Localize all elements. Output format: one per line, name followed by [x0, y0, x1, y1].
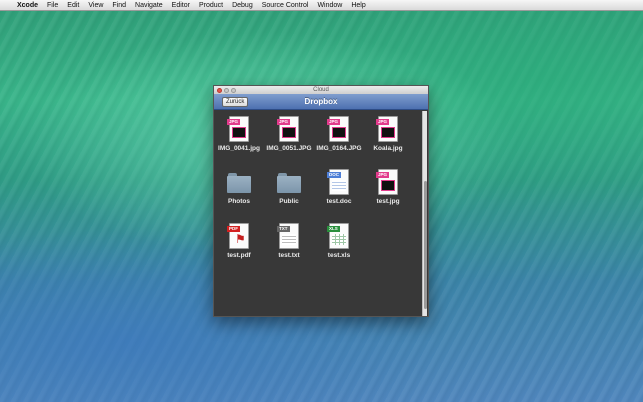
file-name: Photos: [227, 198, 251, 205]
file-item-img-0164[interactable]: JPG IMG_0164.JPG: [314, 116, 364, 152]
menu-edit[interactable]: Edit: [67, 2, 79, 9]
menu-help[interactable]: Help: [351, 2, 365, 9]
menu-file[interactable]: File: [47, 2, 58, 9]
file-type-badge: JPG: [327, 119, 341, 125]
jpg-file-icon: JPG: [327, 116, 349, 142]
menu-navigate[interactable]: Navigate: [135, 2, 163, 9]
window-title: Cloud: [313, 87, 329, 93]
file-name: Koala.jpg: [373, 145, 403, 152]
doc-file-icon: DOC: [327, 169, 349, 195]
back-button[interactable]: Zurück: [222, 97, 249, 107]
file-type-badge: JPG: [376, 119, 390, 125]
file-name: test.doc: [326, 198, 352, 205]
file-item-test-doc[interactable]: DOC test.doc: [314, 169, 364, 205]
file-item-test-xls[interactable]: XLS test.xls: [314, 223, 364, 259]
file-item-photos[interactable]: Photos: [214, 169, 264, 205]
file-name: IMG_0164.JPG: [316, 145, 362, 152]
jpg-file-icon: JPG: [376, 116, 398, 142]
xls-file-icon: XLS: [327, 223, 349, 249]
file-name: test.txt: [278, 252, 300, 259]
file-item-koala[interactable]: JPG Koala.jpg: [363, 116, 413, 152]
file-item-img-0041[interactable]: JPG IMG_0041.jpg: [214, 116, 264, 152]
menu-product[interactable]: Product: [199, 2, 223, 9]
file-name: IMG_0041.jpg: [218, 145, 260, 152]
scrollbar-thumb[interactable]: [424, 181, 427, 309]
menu-window[interactable]: Window: [317, 2, 342, 9]
menu-view[interactable]: View: [88, 2, 103, 9]
txt-file-icon: TXT: [277, 223, 299, 249]
close-window-button[interactable]: [217, 87, 222, 93]
file-type-badge: JPG: [376, 172, 390, 178]
window-titlebar[interactable]: Cloud: [214, 86, 428, 94]
file-type-badge: XLS: [327, 226, 340, 232]
menu-find[interactable]: Find: [112, 2, 126, 9]
jpg-file-icon: JPG: [227, 116, 249, 142]
jpg-file-icon: JPG: [277, 116, 299, 142]
cloud-window: Cloud Dropbox Zurück JPG IMG_0041.jpg JP…: [213, 85, 429, 317]
file-item-test-jpg[interactable]: JPG test.jpg: [363, 169, 413, 205]
jpg-file-icon: JPG: [376, 169, 398, 195]
file-grid: JPG IMG_0041.jpg JPG IMG_0051.JPG JPG IM…: [214, 111, 422, 316]
file-name: Public: [279, 198, 299, 205]
file-name: IMG_0051.JPG: [266, 145, 312, 152]
traffic-lights: [217, 87, 236, 93]
folder-icon: [277, 173, 301, 195]
file-type-badge: JPG: [227, 119, 241, 125]
zoom-window-button[interactable]: [231, 87, 236, 93]
file-item-test-txt[interactable]: TXT test.txt: [264, 223, 314, 259]
file-item-test-pdf[interactable]: PDF test.pdf: [214, 223, 264, 259]
minimize-window-button[interactable]: [224, 87, 229, 93]
menu-editor[interactable]: Editor: [172, 2, 190, 9]
file-type-badge: JPG: [277, 119, 291, 125]
pdf-file-icon: PDF: [227, 223, 249, 249]
file-type-badge: DOC: [327, 172, 341, 178]
menu-app-name[interactable]: Xcode: [17, 2, 38, 9]
menu-source-control[interactable]: Source Control: [262, 2, 309, 9]
file-item-public[interactable]: Public: [264, 169, 314, 205]
file-name: test.jpg: [376, 198, 400, 205]
navigation-bar: Dropbox Zurück: [214, 94, 428, 110]
file-name: test.pdf: [227, 252, 251, 259]
file-type-badge: TXT: [277, 226, 290, 232]
vertical-scrollbar[interactable]: [422, 111, 427, 316]
menu-bar: Xcode File Edit View Find Navigate Edito…: [0, 0, 643, 11]
file-name: test.xls: [327, 252, 351, 259]
folder-icon: [227, 173, 251, 195]
file-item-img-0051[interactable]: JPG IMG_0051.JPG: [264, 116, 314, 152]
menu-debug[interactable]: Debug: [232, 2, 253, 9]
